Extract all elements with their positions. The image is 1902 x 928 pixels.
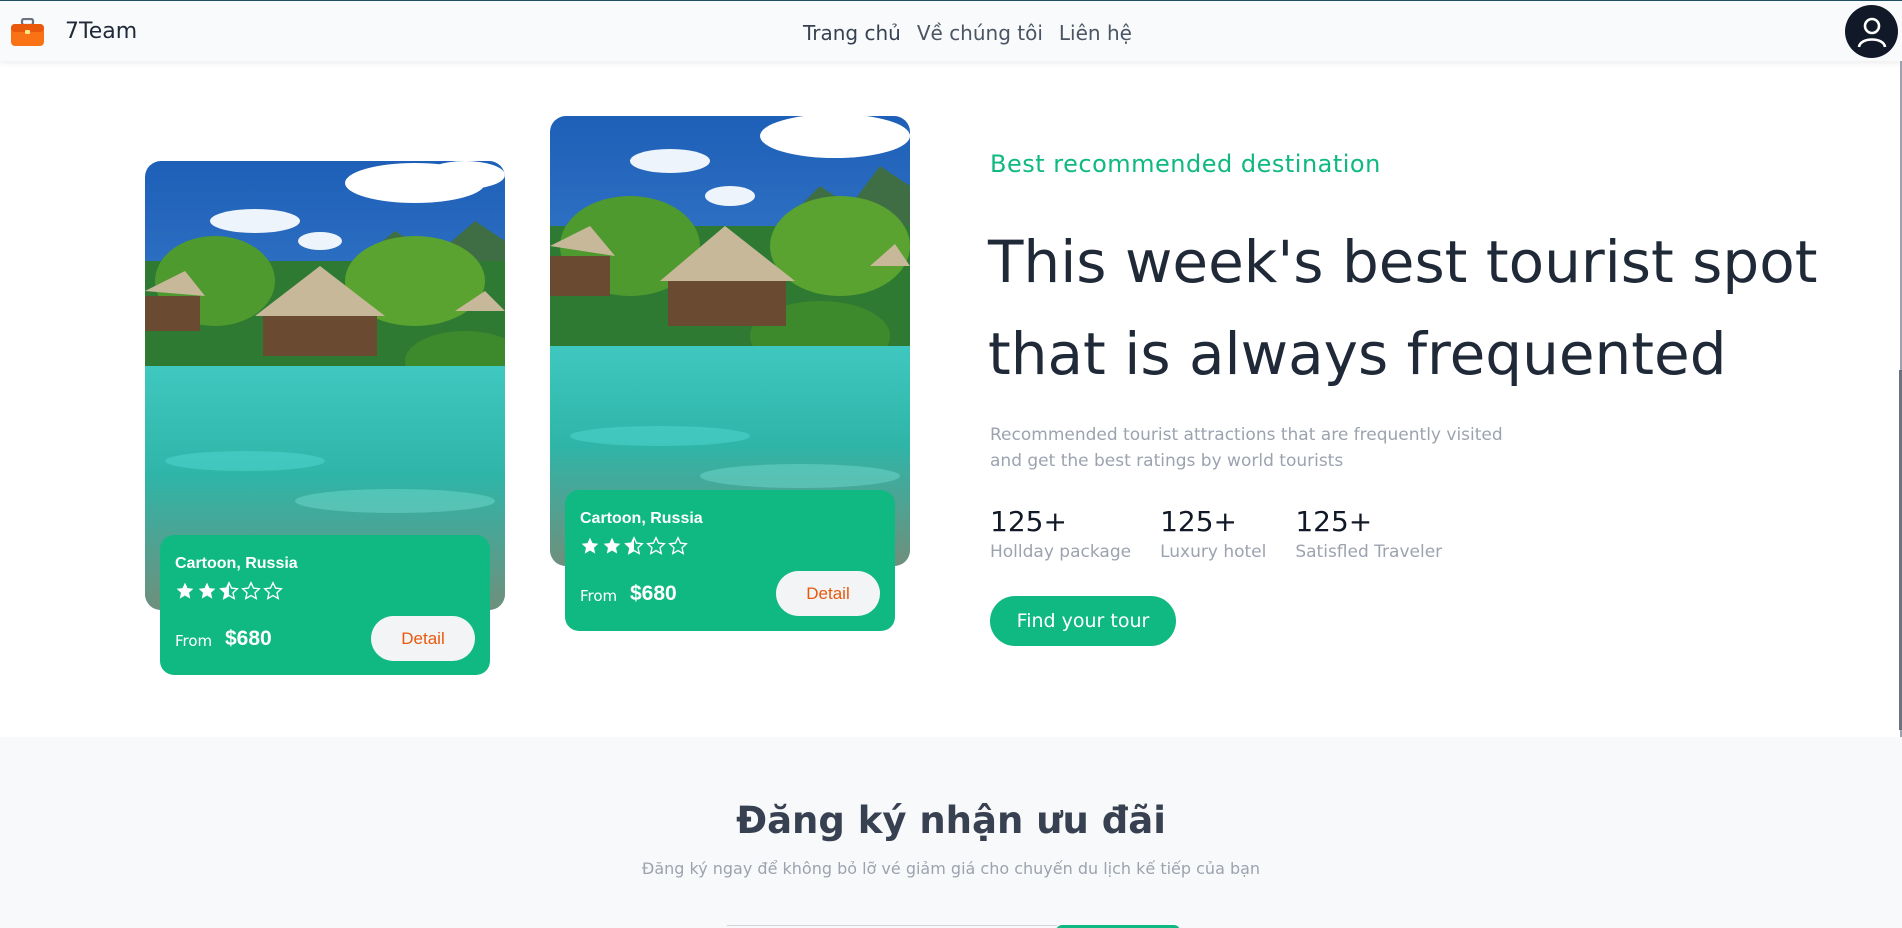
stat-value: 125+ (1160, 505, 1237, 538)
user-avatar-button[interactable] (1845, 5, 1898, 58)
destination-card: Cartoon, Russia From $680 Detail (160, 535, 490, 675)
star-filled-icon (198, 582, 216, 599)
page: 7Team Trang chủ Về chúng tôi Liên hệ Car… (0, 0, 1902, 928)
star-empty-icon (668, 536, 688, 555)
brand-name[interactable]: 7Team (65, 19, 137, 44)
navbar: 7Team Trang chủ Về chúng tôi Liên hệ (0, 0, 1902, 61)
stat-label: Satisfled Traveler (1295, 542, 1443, 562)
price: $680 (225, 627, 272, 650)
star-filled-icon (581, 537, 599, 554)
stat-value: 125+ (990, 505, 1067, 538)
hero-headline: This week's best tourist spot that is al… (988, 228, 1818, 388)
detail-button[interactable]: Detail (371, 616, 475, 661)
find-tour-button[interactable]: Find your tour (990, 596, 1176, 646)
stat-label: Hollday package (990, 542, 1132, 562)
stat-value: 125+ (1295, 505, 1373, 538)
nav-link-contact[interactable]: Liên hệ (1059, 21, 1132, 45)
star-empty-icon (646, 536, 666, 555)
nav-links: Trang chủ Về chúng tôi Liên hệ (803, 21, 1132, 45)
star-empty-icon (241, 581, 261, 600)
star-rating (580, 536, 688, 556)
star-filled-icon (603, 537, 621, 554)
section-eyebrow: Best recommended destination (990, 150, 1381, 178)
newsletter-section: Đăng ký nhận ưu đãi Đăng ký ngay để khôn… (0, 737, 1902, 928)
star-empty-icon (263, 581, 283, 600)
star-rating (175, 581, 283, 601)
stats: 125+ Hollday package 125+ Luxury hotel 1… (990, 505, 1442, 562)
stat-label: Luxury hotel (1160, 542, 1267, 562)
hero-description: Recommended tourist attractions that are… (990, 425, 1503, 471)
nav-link-about[interactable]: Về chúng tôi (917, 21, 1043, 45)
detail-button[interactable]: Detail (776, 571, 880, 616)
star-filled-icon (176, 582, 194, 599)
star-half-icon (219, 581, 239, 600)
star-half-icon (624, 536, 644, 555)
destination-card: Cartoon, Russia From $680 Detail (565, 490, 895, 631)
briefcase-icon[interactable] (10, 17, 45, 48)
stat-item: 125+ Satisfled Traveler (1295, 505, 1442, 562)
stat-item: 125+ Luxury hotel (1160, 505, 1266, 562)
card-title: Cartoon, Russia (175, 555, 298, 572)
nav-link-home[interactable]: Trang chủ (803, 21, 901, 45)
price: $680 (630, 582, 677, 605)
from-label: From (175, 632, 213, 650)
newsletter-subtitle: Đăng ký ngay để không bỏ lỡ vé giảm giá … (641, 859, 1261, 878)
newsletter-title: Đăng ký nhận ưu đãi (736, 799, 1166, 842)
stat-item: 125+ Hollday package (990, 505, 1131, 562)
from-label: From (580, 587, 618, 605)
card-title: Cartoon, Russia (580, 510, 703, 527)
user-avatar-icon (1857, 17, 1886, 47)
